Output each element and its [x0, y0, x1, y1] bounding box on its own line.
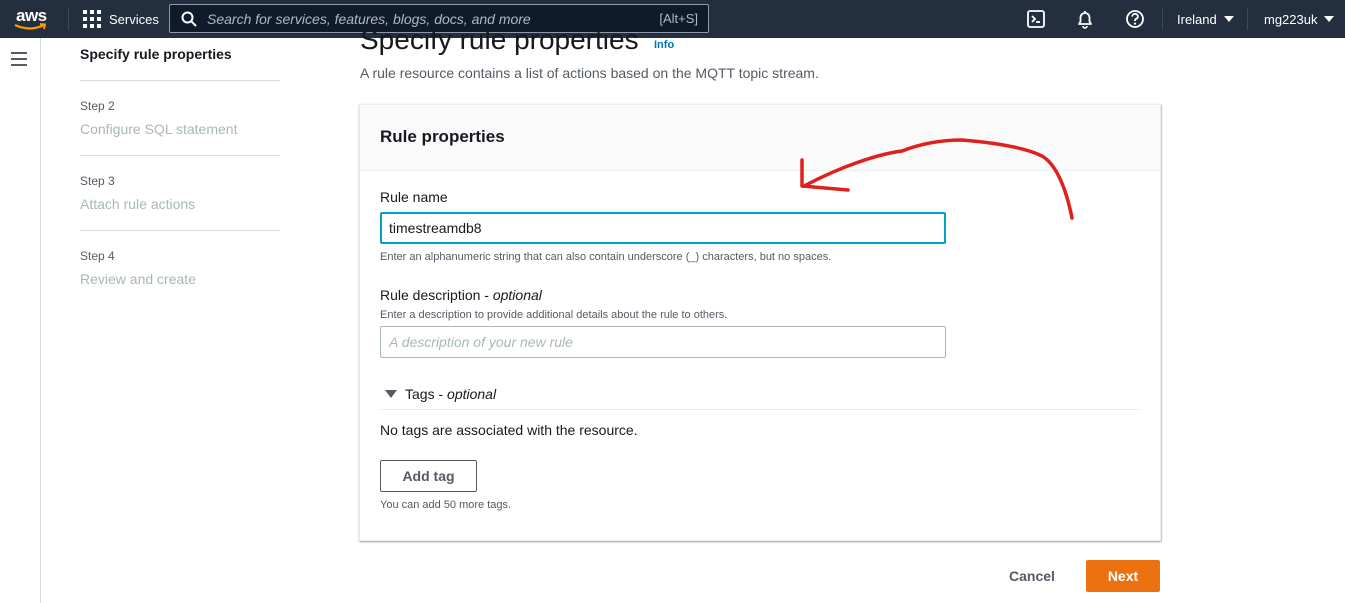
aws-smile-icon: [14, 23, 47, 30]
services-grid-icon: [83, 10, 101, 28]
tags-expand-toggle[interactable]: Tags - optional: [380, 386, 496, 402]
notifications-bell-icon[interactable]: [1075, 9, 1095, 29]
rule-description-input[interactable]: [380, 326, 946, 358]
step-number: Step 3: [80, 174, 115, 188]
container-title: Rule properties: [380, 127, 505, 146]
step-title: Configure SQL statement: [80, 121, 238, 137]
step-divider: [80, 155, 280, 156]
container-header: Rule properties: [360, 105, 1160, 171]
rule-name-input[interactable]: [380, 212, 946, 244]
caret-down-icon: [385, 390, 397, 398]
info-link[interactable]: Info: [654, 39, 674, 51]
nav-divider: [1162, 8, 1163, 30]
step-divider: [80, 80, 280, 81]
step-number: Step 2: [80, 99, 115, 113]
tags-remaining-text: You can add 50 more tags.: [380, 499, 512, 511]
rule-properties-container: Rule properties Rule name Enter an alpha…: [359, 104, 1161, 541]
side-divider: [40, 38, 41, 603]
step-title: Attach rule actions: [80, 196, 196, 212]
rule-description-label-text: Rule description: [380, 287, 481, 303]
cancel-button[interactable]: Cancel: [996, 560, 1068, 592]
rule-name-label: Rule name: [380, 189, 448, 205]
current-step-title: Specify rule properties: [80, 46, 232, 62]
rule-description-hint: Enter a description to provide additiona…: [380, 309, 728, 321]
nav-divider: [1247, 8, 1248, 30]
search-icon: [181, 11, 197, 27]
account-label: mg223uk: [1264, 11, 1318, 27]
optional-text: optional: [492, 287, 542, 303]
nav-divider: [68, 8, 69, 30]
page-title: Specify rule properties: [360, 24, 639, 55]
rule-description-label: Rule description - optional: [380, 287, 542, 303]
step-title: Review and create: [80, 271, 196, 287]
caret-down-icon: [1324, 16, 1335, 22]
aws-logo[interactable]: aws: [14, 5, 54, 33]
search-shortcut-hint: [Alt+S]: [659, 11, 698, 26]
page-description: A rule resource contains a list of actio…: [360, 65, 819, 81]
rule-name-hint: Enter an alphanumeric string that can al…: [380, 251, 832, 263]
services-label: Services: [109, 11, 159, 27]
region-selector[interactable]: Ireland: [1177, 0, 1234, 38]
no-tags-message: No tags are associated with the resource…: [380, 422, 638, 438]
add-tag-button[interactable]: Add tag: [380, 460, 477, 492]
tags-label: Tags: [405, 386, 435, 402]
next-button[interactable]: Next: [1086, 560, 1160, 592]
optional-text: optional: [447, 386, 497, 402]
account-menu[interactable]: mg223uk: [1264, 0, 1335, 38]
step-number: Step 4: [80, 249, 115, 263]
services-menu-button[interactable]: Services: [83, 0, 159, 38]
caret-down-icon: [1223, 16, 1234, 22]
step-divider: [80, 230, 280, 231]
tags-divider: [380, 409, 1140, 410]
help-icon[interactable]: [1125, 9, 1145, 29]
top-navigation-bar: aws Services [Alt+S] Ireland: [0, 0, 1345, 38]
menu-toggle-icon[interactable]: [11, 52, 27, 66]
cloudshell-icon[interactable]: [1026, 9, 1046, 29]
region-label: Ireland: [1177, 11, 1217, 27]
